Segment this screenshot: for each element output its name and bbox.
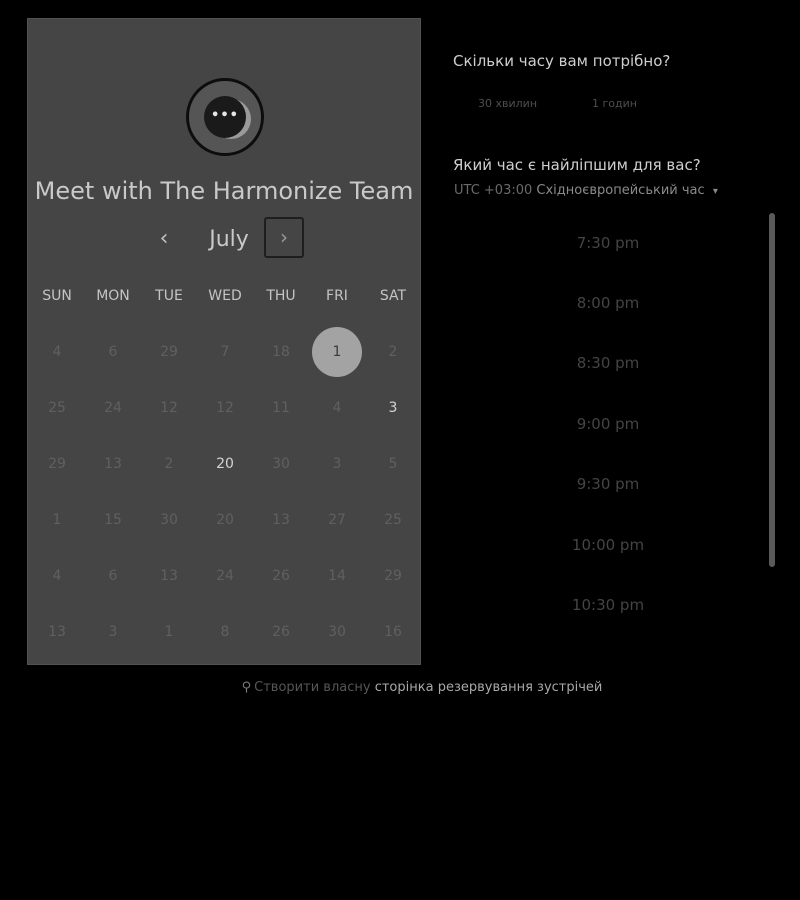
- weekday-label: FRI: [326, 288, 348, 304]
- calendar-day: 29: [160, 344, 178, 360]
- calendar-day: 26: [272, 624, 290, 640]
- calendar-day: 5: [388, 456, 398, 472]
- weekday-label: TUE: [155, 288, 183, 304]
- harmonize-logo: •••: [186, 78, 264, 156]
- weekday-label: MON: [96, 288, 130, 304]
- weekday-label: SAT: [379, 288, 407, 304]
- caret-down-icon: ▾: [712, 186, 718, 197]
- calendar-day: 24: [216, 568, 234, 584]
- calendar-day: 4: [52, 344, 62, 360]
- time-slot-list: 7:30 pm 8:00 pm 8:30 pm 9:00 pm 9:30 pm …: [453, 218, 763, 628]
- calendar-day: 4: [332, 400, 342, 416]
- hubspot-sprocket-icon: ⚲: [241, 680, 252, 695]
- calendar-day: 26: [272, 568, 290, 584]
- calendar-day: 18: [272, 344, 290, 360]
- calendar-day-available[interactable]: 20: [197, 439, 253, 489]
- calendar-day: 27: [328, 512, 346, 528]
- time-slot[interactable]: 9:30 pm: [453, 459, 763, 509]
- calendar-day: 12: [160, 400, 178, 416]
- calendar-week: 4 6 29 7 18 1 2: [28, 327, 422, 377]
- weekday-header: SUN MON TUE WED THU FRI SAT: [28, 288, 422, 304]
- calendar-day: 6: [108, 568, 118, 584]
- calendar-day: 30: [160, 512, 178, 528]
- time-slot[interactable]: 10:30 pm: [453, 580, 763, 630]
- time-slot-scrollbar[interactable]: [769, 213, 775, 567]
- calendar-day: 3: [108, 624, 118, 640]
- calendar-day: 29: [384, 568, 402, 584]
- time-slot[interactable]: 7:30 pm: [453, 218, 763, 268]
- calendar-day: 12: [216, 400, 234, 416]
- weekday-label: WED: [208, 288, 242, 304]
- calendar-panel: ••• Meet with The Harmonize Team ‹ July …: [27, 18, 421, 665]
- calendar-day: 25: [384, 512, 402, 528]
- calendar-day: 16: [384, 624, 402, 640]
- calendar-week: 25 24 12 12 11 4 3: [28, 383, 422, 433]
- chevron-right-icon: ›: [280, 225, 288, 249]
- calendar-day: 14: [328, 568, 346, 584]
- duration-option-1hour[interactable]: 1 годин: [592, 97, 637, 110]
- calendar-day: 6: [108, 344, 118, 360]
- month-label: July: [209, 227, 249, 252]
- timezone-select[interactable]: UTC +03:00 Східноєвропейський час ▾: [454, 183, 718, 198]
- calendar-day: 13: [272, 512, 290, 528]
- calendar-day: 13: [160, 568, 178, 584]
- duration-question: Скільки часу вам потрібно?: [453, 52, 671, 70]
- calendar-day: 11: [272, 400, 290, 416]
- calendar-week: 29 13 2 20 30 3 5: [28, 439, 422, 489]
- calendar-day: 7: [220, 344, 230, 360]
- calendar-day: 2: [164, 456, 174, 472]
- calendar-day: 30: [272, 456, 290, 472]
- calendar-day: 3: [332, 456, 342, 472]
- chat-bubble-icon: •••: [204, 96, 246, 138]
- duration-option-30min[interactable]: 30 хвилин: [478, 97, 537, 110]
- next-month-button[interactable]: ›: [264, 217, 304, 258]
- calendar-day: 15: [104, 512, 122, 528]
- timezone-name: Східноєвропейський час: [536, 183, 705, 198]
- footer-promo: ⚲ Створити власну сторінка резервування з…: [0, 680, 800, 695]
- calendar-week: 13 3 1 8 26 30 16: [28, 607, 422, 657]
- footer-text: Створити власну: [254, 680, 371, 695]
- calendar-day: 30: [328, 624, 346, 640]
- calendar-day: 13: [104, 456, 122, 472]
- time-slot[interactable]: 8:00 pm: [453, 278, 763, 328]
- footer-link[interactable]: сторінка резервування зустрічей: [375, 680, 603, 695]
- weekday-label: THU: [266, 288, 296, 304]
- chevron-left-icon[interactable]: ‹: [152, 225, 176, 253]
- calendar-day-selected[interactable]: 1: [309, 327, 365, 377]
- time-question: Який час є найліпшим для вас?: [453, 156, 701, 174]
- calendar-day: 8: [220, 624, 230, 640]
- booking-title: Meet with The Harmonize Team: [34, 177, 414, 205]
- calendar-week: 4 6 13 24 26 14 29: [28, 551, 422, 601]
- calendar-day: 13: [48, 624, 66, 640]
- calendar-day: 24: [104, 400, 122, 416]
- calendar-day: 25: [48, 400, 66, 416]
- time-slot[interactable]: 9:00 pm: [453, 399, 763, 449]
- calendar-day: 20: [216, 512, 234, 528]
- time-slot[interactable]: 8:30 pm: [453, 338, 763, 388]
- timezone-offset: UTC +03:00: [454, 183, 533, 198]
- weekday-label: SUN: [42, 288, 72, 304]
- calendar-day: 2: [388, 344, 398, 360]
- calendar-day: 1: [52, 512, 62, 528]
- time-slot[interactable]: 10:00 pm: [453, 520, 763, 570]
- calendar-day: 29: [48, 456, 66, 472]
- calendar-day: 4: [52, 568, 62, 584]
- calendar-week: 1 15 30 20 13 27 25: [28, 495, 422, 545]
- calendar-day: 1: [164, 624, 174, 640]
- calendar-day-available[interactable]: 3: [365, 383, 421, 433]
